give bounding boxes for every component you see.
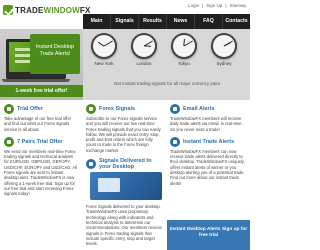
- hero-promo[interactable]: Instant Desktop Trade Alerts! 1-week fre…: [0, 29, 83, 100]
- clock-icon: [91, 33, 117, 59]
- desktop-icon: [86, 159, 96, 170]
- column-trial: Trial Offer Take advantage of our free t…: [0, 100, 83, 250]
- section-body: TradeWindowFX members will receive daily…: [170, 116, 243, 132]
- desktop-alert-image: [90, 172, 162, 201]
- signal-icon: [86, 104, 96, 114]
- clock-icon: [131, 33, 157, 59]
- section-body: We send our members real-time Forex trad…: [4, 148, 77, 197]
- hero-badge: Instant Desktop Trade Alerts!: [30, 34, 80, 74]
- email-icon: [170, 104, 180, 114]
- alert-icon: [170, 136, 180, 147]
- world-clocks: New York London Tokyo Sydney: [88, 33, 240, 66]
- section-title[interactable]: Forex Signals: [86, 104, 164, 114]
- nav-faq[interactable]: FAQ: [194, 14, 222, 29]
- logo-text: TRADEWINDOWFX: [15, 5, 91, 15]
- section-title[interactable]: Instant Trade Alerts: [170, 136, 247, 147]
- section-title[interactable]: Email Alerts: [170, 104, 247, 114]
- section-title[interactable]: Trial Offer: [4, 104, 79, 114]
- hero-caption: Get instant trading signals for all majo…: [113, 81, 221, 86]
- gift-icon: [4, 104, 14, 114]
- clock-tokyo: Tokyo: [168, 33, 200, 66]
- section-title[interactable]: Signals Delivered to your Desktop: [86, 158, 164, 170]
- hero-banner: Instant Desktop Trade Alerts! 1-week fre…: [0, 29, 250, 100]
- section-body: TradeWindowFX members can now receive tr…: [170, 148, 245, 186]
- clock-icon: [171, 33, 197, 59]
- column-signals: Forex Signals Subscribe to our Forex sig…: [83, 100, 167, 250]
- clock-london: London: [128, 33, 160, 66]
- logo[interactable]: TRADEWINDOWFX: [3, 3, 91, 17]
- login-link[interactable]: Login: [188, 3, 199, 8]
- section-body: Subscribe to our Forex signals service a…: [86, 116, 161, 153]
- clock-sydney: Sydney: [208, 33, 240, 66]
- nav-results[interactable]: Results: [138, 14, 166, 29]
- section-body: Forex Signals delivered to your desktop.…: [86, 204, 162, 247]
- nav-contacts[interactable]: Contacts: [222, 14, 250, 29]
- clock-icon: [211, 33, 237, 59]
- main-nav: Main Signals Results News FAQ Contacts: [83, 14, 250, 29]
- section-title[interactable]: 7 Pairs Trial Offer: [4, 136, 79, 147]
- clock-new-york: New York: [88, 33, 120, 66]
- top-links: Login | Sign Up | Sitemap: [188, 3, 246, 8]
- chart-icon: [4, 136, 14, 147]
- checkmark-icon: [3, 5, 13, 15]
- sitemap-link[interactable]: Sitemap: [229, 3, 246, 8]
- nav-main[interactable]: Main: [83, 14, 110, 29]
- signup-link[interactable]: Sign Up: [206, 3, 222, 8]
- section-body: Take advantage of our free trial offer a…: [4, 116, 72, 132]
- nav-news[interactable]: News: [166, 14, 194, 29]
- nav-signals[interactable]: Signals: [110, 14, 138, 29]
- desktop-alerts-promo[interactable]: Instant Desktop Alerts Sign up for free …: [167, 220, 250, 250]
- trial-offer-bar[interactable]: 1-week free trial offer!: [0, 85, 83, 97]
